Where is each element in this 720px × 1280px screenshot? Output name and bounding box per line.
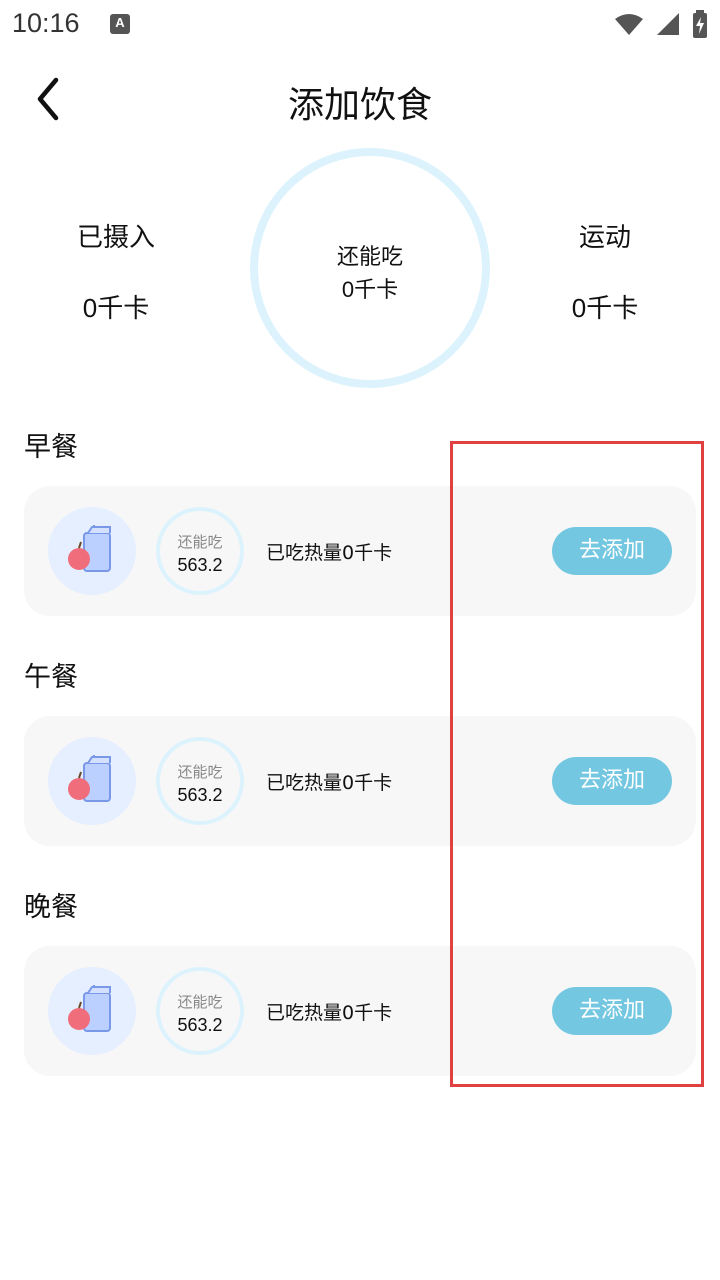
ring-label: 还能吃 xyxy=(177,993,223,1011)
food-icon xyxy=(68,525,111,572)
eaten-calories: 已吃热量0千卡 xyxy=(266,772,393,794)
ring-value: 563.2 xyxy=(177,555,223,575)
remaining-ring-small: 还能吃 563.2 xyxy=(156,967,244,1055)
exercise-value: 0千卡 xyxy=(571,293,639,323)
add-lunch-button[interactable]: 去添加 xyxy=(552,757,672,805)
calorie-summary: 已摄入 0千卡 还能吃 0千卡 运动 0千卡 xyxy=(0,145,720,390)
food-icon xyxy=(68,755,111,802)
eaten-calories: 已吃热量0千卡 xyxy=(266,1002,393,1024)
meal-icon xyxy=(48,967,136,1055)
notification-icon: A xyxy=(110,14,130,34)
section-title-lunch: 午餐 xyxy=(24,662,78,693)
meal-icon xyxy=(48,507,136,595)
signal-icon xyxy=(656,13,679,35)
ring-value: 563.2 xyxy=(177,785,223,805)
section-title-breakfast: 早餐 xyxy=(24,432,78,463)
add-dinner-button[interactable]: 去添加 xyxy=(552,987,672,1035)
intake-value: 0千卡 xyxy=(82,293,150,323)
remaining-ring-small: 还能吃 563.2 xyxy=(156,507,244,595)
remaining-ring: 还能吃 0千卡 xyxy=(250,148,490,388)
status-bar: 10:16 A xyxy=(0,0,720,50)
add-breakfast-button[interactable]: 去添加 xyxy=(552,527,672,575)
page-title: 添加饮食 xyxy=(287,85,432,126)
remaining-ring-small: 还能吃 563.2 xyxy=(156,737,244,825)
exercise-label: 运动 xyxy=(578,223,631,253)
meal-card-dinner: 还能吃 563.2 已吃热量0千卡 去添加 xyxy=(24,946,696,1076)
meal-card-breakfast: 还能吃 563.2 已吃热量0千卡 去添加 xyxy=(24,486,696,616)
meal-icon xyxy=(48,737,136,825)
ring-value: 563.2 xyxy=(177,1015,223,1035)
intake-label: 已摄入 xyxy=(76,223,155,253)
header: 添加饮食 xyxy=(0,62,720,136)
section-title-dinner: 晚餐 xyxy=(24,892,78,923)
wifi-icon xyxy=(614,14,643,35)
intake-stat: 已摄入 0千卡 xyxy=(16,217,216,325)
eaten-calories: 已吃热量0千卡 xyxy=(266,542,393,564)
remaining-label: 还能吃 xyxy=(336,245,403,270)
exercise-stat: 运动 0千卡 xyxy=(505,217,705,325)
status-time: 10:16 xyxy=(12,8,80,38)
ring-label: 还能吃 xyxy=(177,763,223,781)
meal-card-lunch: 还能吃 563.2 已吃热量0千卡 去添加 xyxy=(24,716,696,846)
battery-charging-icon xyxy=(693,10,707,38)
remaining-value: 0千卡 xyxy=(341,277,399,302)
status-icons xyxy=(608,10,708,38)
food-icon xyxy=(68,985,111,1032)
ring-label: 还能吃 xyxy=(177,533,223,551)
